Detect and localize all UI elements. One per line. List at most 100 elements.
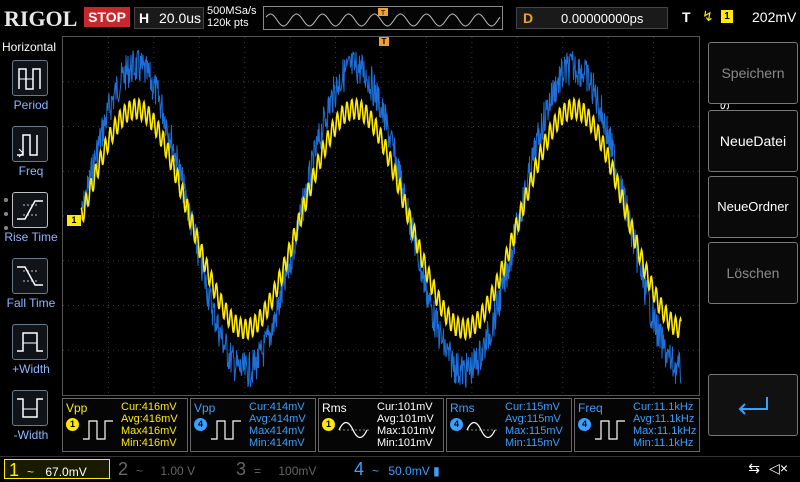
run-stop-indicator[interactable]: STOP <box>84 7 130 27</box>
measure-freq-item[interactable]: Freq <box>0 122 62 186</box>
bandwidth-limit-icon: ▮ <box>433 464 440 478</box>
channel-number: 2 <box>118 459 129 479</box>
measurement-rms-ch4[interactable]: Rms 4 Cur:115mV Avg:115mV Max:115mV Min:… <box>446 398 572 452</box>
measure-item-label: Period <box>13 98 49 112</box>
delete-button-label: Löschen <box>726 265 780 281</box>
brand-logo: RIGOL <box>4 6 78 31</box>
new-file-button-label: NeueDatei <box>719 133 787 149</box>
max-value: Max:11.1kHz <box>633 425 697 437</box>
memory-overview-graphic: T <box>265 8 501 27</box>
channel-4-status[interactable]: 4 ~ 50.0mV ▮ <box>354 459 464 479</box>
measure-item-label: +Width <box>12 362 50 376</box>
measurement-vpp-ch1[interactable]: Vpp 1 Cur:416mV Avg:416mV Max416mV Min:4… <box>62 398 188 452</box>
min-value: Min:11.1kHz <box>633 437 694 449</box>
waveform-graticule <box>63 37 699 395</box>
measure-negative-width-item[interactable]: -Width <box>0 386 62 450</box>
channel-3-status[interactable]: 3 = 100mV <box>236 459 346 479</box>
channel-1-offset-marker[interactable]: 1 <box>67 215 81 226</box>
waveform-display[interactable]: 1 T <box>62 36 700 396</box>
period-icon <box>12 60 48 96</box>
channel-badge: 4 <box>194 418 207 431</box>
min-value: Min:115mV <box>505 437 560 449</box>
trigger-source-badge: 1 <box>721 10 733 23</box>
channel-scale: 1.00 V <box>160 464 196 478</box>
negative-width-icon <box>12 390 48 426</box>
avg-value: Avg:101mV <box>377 413 434 425</box>
save-menu: Speichern Speichern NeueDatei NeueOrdner… <box>702 36 800 458</box>
new-file-button[interactable]: NeueDatei <box>708 110 798 172</box>
horizontal-key: H <box>139 10 150 26</box>
channel-2-status[interactable]: 2 ~ 1.00 V <box>118 459 228 479</box>
measure-category-title: Horizontal <box>2 40 57 54</box>
measurement-rms-ch1[interactable]: Rms 1 Cur:101mV Avg:101mV Max:101mV Min:… <box>318 398 444 452</box>
measurement-results: Vpp 1 Cur:416mV Avg:416mV Max416mV Min:4… <box>62 398 700 454</box>
max-value: Max:101mV <box>377 425 436 437</box>
min-value: Min:416mV <box>121 437 177 449</box>
max-value: Max:115mV <box>505 425 563 437</box>
measure-menu: Horizontal Period Freq Rise Time Fall Ti… <box>0 36 62 458</box>
svg-text:T: T <box>381 10 386 17</box>
cur-value: Cur:414mV <box>249 401 305 413</box>
measurement-vpp-ch4[interactable]: Vpp 4 Cur:414mV Avg:414mV Max414mV Min:4… <box>190 398 316 452</box>
new-folder-button-label: NeueOrdner <box>717 199 789 214</box>
positive-width-icon <box>12 324 48 360</box>
cur-value: Cur:101mV <box>377 401 433 413</box>
back-button[interactable] <box>708 374 798 436</box>
trigger-settings-box[interactable]: T ↯ 1 202mV <box>678 7 796 27</box>
measurement-name: Freq <box>578 401 603 415</box>
channel-number: 3 <box>236 459 247 479</box>
measurement-name: Vpp <box>194 401 216 415</box>
measure-item-label: Fall Time <box>6 296 56 310</box>
trigger-key: T <box>682 9 691 25</box>
memory-position-strip[interactable]: T <box>263 6 503 30</box>
channel-badge: 1 <box>66 418 79 431</box>
coupling-icon: ~ <box>27 465 35 479</box>
save-button[interactable]: Speichern <box>708 42 798 104</box>
channel-scale: 100mV <box>278 464 317 478</box>
min-value: Min:414mV <box>249 437 305 449</box>
measurement-name: Rms <box>322 401 347 415</box>
avg-value: Avg:414mV <box>249 413 306 425</box>
fall-time-icon <box>12 258 48 294</box>
channel-scale: 50.0mV <box>388 464 430 478</box>
channel-1-status[interactable]: 1 ~ 67.0mV <box>4 459 110 480</box>
min-value: Min:101mV <box>377 437 433 449</box>
channel-badge: 1 <box>322 418 335 431</box>
cur-value: Cur:11.1kHz <box>633 401 694 413</box>
timebase-value: 20.0us <box>159 10 202 26</box>
measure-item-label: Freq <box>18 164 44 178</box>
trigger-position-marker[interactable]: T <box>379 37 389 46</box>
measure-positive-width-item[interactable]: +Width <box>0 320 62 384</box>
measurement-freq-ch4[interactable]: Freq 4 Cur:11.1kHz Avg:11.1kHz Max:11.1k… <box>574 398 700 452</box>
coupling-icon: = <box>254 464 262 478</box>
measure-fall-time-item[interactable]: Fall Time <box>0 254 62 318</box>
return-arrow-icon <box>738 397 768 415</box>
sine-waveform-icon <box>466 421 499 439</box>
measurement-name: Rms <box>450 401 475 415</box>
frequency-icon <box>12 126 48 162</box>
channel-4-trace <box>80 50 682 388</box>
avg-value: Avg:11.1kHz <box>633 413 695 425</box>
delete-button[interactable]: Löschen <box>708 242 798 304</box>
measure-item-label: Rise Time <box>4 230 58 244</box>
timebase-box[interactable]: H 20.0us <box>134 7 204 29</box>
new-folder-button[interactable]: NeueOrdner <box>708 176 798 238</box>
cur-value: Cur:115mV <box>505 401 560 413</box>
max-value: Max416mV <box>121 425 177 437</box>
channel-badge: 4 <box>578 418 591 431</box>
channel-number: 1 <box>9 460 20 480</box>
save-button-label: Speichern <box>721 65 785 81</box>
sample-rate: 500MSa/s <box>207 5 257 17</box>
trigger-level: 202mV <box>752 9 797 25</box>
measure-rise-time-item[interactable]: Rise Time <box>0 188 62 252</box>
trigger-delay-box[interactable]: D 0.00000000ps <box>516 7 668 29</box>
speaker-mute-icon[interactable]: ◁× <box>769 460 788 477</box>
pulse-waveform-icon <box>211 420 241 440</box>
channel-number: 4 <box>354 459 365 479</box>
measurement-name: Vpp <box>66 401 88 415</box>
measure-period-item[interactable]: Period <box>0 56 62 120</box>
channel-scale: 67.0mV <box>45 465 87 479</box>
avg-value: Avg:416mV <box>121 413 178 425</box>
measure-item-label: -Width <box>13 428 49 442</box>
avg-value: Avg:115mV <box>505 413 561 425</box>
